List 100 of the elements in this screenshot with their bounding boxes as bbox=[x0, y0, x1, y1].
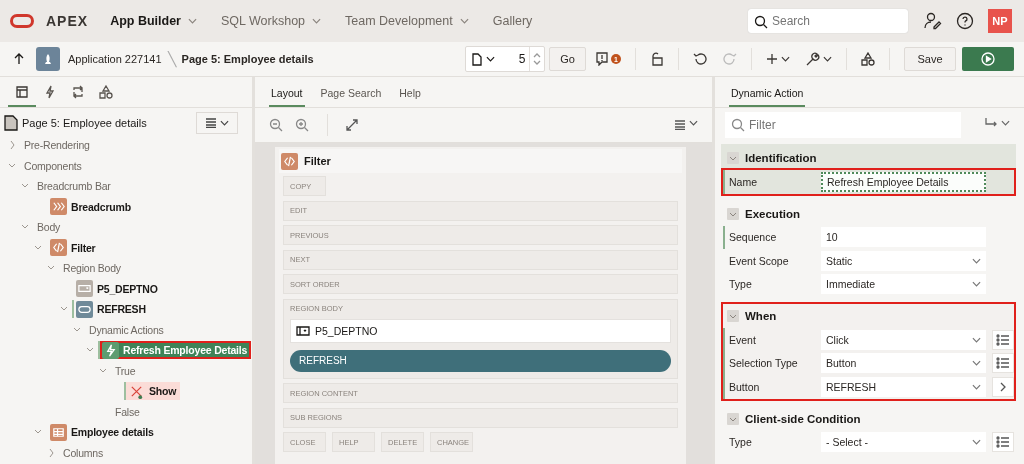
tree-item[interactable]: Filter bbox=[46, 238, 100, 257]
property-label: Event bbox=[729, 333, 757, 346]
region-title: Filter bbox=[304, 155, 331, 167]
menu-icon bbox=[674, 120, 686, 130]
select-field[interactable]: REFRESH bbox=[821, 376, 986, 397]
tree-item[interactable]: Breadcrumb bbox=[46, 197, 135, 216]
tab[interactable]: Layout bbox=[269, 87, 305, 107]
play-icon bbox=[981, 52, 995, 66]
search-icon bbox=[754, 15, 768, 29]
caret-icon bbox=[459, 18, 469, 24]
page-button[interactable]: REFRESH bbox=[290, 349, 671, 372]
refresh-icon bbox=[71, 85, 85, 99]
shapes-icon bbox=[861, 52, 875, 66]
caret-icon bbox=[823, 56, 832, 62]
select-field[interactable]: Button bbox=[821, 353, 986, 374]
menu-button[interactable] bbox=[196, 111, 238, 134]
tree-item[interactable]: Show bbox=[124, 382, 181, 401]
tree-item[interactable]: P5_DEPTNO bbox=[72, 279, 162, 298]
field-icon bbox=[296, 325, 310, 336]
tree-item[interactable]: Columns bbox=[59, 443, 108, 462]
tab[interactable]: Dynamic Action bbox=[729, 87, 806, 107]
chevron-down-icon[interactable] bbox=[727, 207, 739, 220]
group-title: Identification bbox=[745, 152, 817, 164]
page-item[interactable]: P5_DEPTNO bbox=[290, 318, 671, 343]
user-edit-icon bbox=[924, 12, 942, 30]
nav-menu[interactable]: SQL Workshop bbox=[220, 14, 322, 28]
nav-menu[interactable]: Gallery bbox=[492, 14, 533, 28]
search-field[interactable]: Search bbox=[748, 9, 908, 33]
tree-item[interactable]: Pre-Rendering bbox=[20, 136, 94, 155]
tree-item[interactable]: Employee details bbox=[46, 423, 158, 442]
select-field[interactable]: - Select - bbox=[821, 432, 986, 453]
select-field[interactable]: Click bbox=[821, 329, 986, 350]
page-icon bbox=[4, 114, 18, 131]
caret-icon bbox=[187, 18, 197, 24]
breadcrumb-current: Page 5: Employee details bbox=[181, 53, 314, 65]
list-button[interactable] bbox=[992, 353, 1014, 374]
brand-name: APEX bbox=[46, 13, 89, 29]
tree-item[interactable]: Breadcrumb Bar bbox=[33, 177, 115, 196]
select-field[interactable]: Static bbox=[821, 250, 986, 271]
tree-item[interactable]: False bbox=[111, 402, 144, 421]
list-button[interactable] bbox=[992, 432, 1014, 453]
app-icon[interactable] bbox=[36, 47, 60, 71]
run-button[interactable] bbox=[962, 47, 1014, 71]
list-icon bbox=[996, 333, 1010, 346]
caret-icon bbox=[972, 281, 981, 288]
save-button[interactable]: Save bbox=[904, 47, 956, 71]
caret-icon bbox=[781, 56, 790, 62]
select-field[interactable]: Immediate bbox=[821, 274, 986, 295]
breadcrumb-link[interactable]: Application 227141 bbox=[68, 53, 162, 65]
user-avatar[interactable]: NP bbox=[988, 9, 1012, 33]
tab[interactable]: Page Search bbox=[318, 87, 384, 107]
property-label: Button bbox=[729, 380, 761, 393]
text-field[interactable]: Refresh Employee Details bbox=[821, 171, 986, 192]
text-field[interactable]: 10 bbox=[821, 227, 986, 248]
menu-icon bbox=[205, 117, 217, 128]
nav-menu[interactable]: App Builder bbox=[110, 14, 197, 28]
tab[interactable]: Help bbox=[397, 87, 423, 107]
spinner-icon bbox=[533, 52, 542, 66]
list-button[interactable] bbox=[992, 329, 1014, 350]
up-arrow-icon bbox=[14, 53, 24, 65]
shapes-icon bbox=[99, 85, 113, 99]
filter-field[interactable]: Filter bbox=[725, 112, 961, 138]
caret-icon bbox=[972, 257, 981, 264]
caret-icon bbox=[972, 336, 981, 343]
table-icon bbox=[50, 423, 67, 441]
expand-icon bbox=[346, 119, 358, 131]
caret-icon bbox=[486, 56, 496, 62]
search-icon bbox=[731, 118, 745, 132]
list-icon bbox=[996, 436, 1010, 449]
go-button[interactable]: Go bbox=[549, 47, 586, 71]
page-title: Page 5: Employee details bbox=[22, 116, 148, 129]
caret-icon bbox=[689, 120, 698, 126]
tree-item[interactable]: REFRESH bbox=[72, 300, 150, 319]
tree-item[interactable]: Body bbox=[33, 218, 65, 237]
tree-item[interactable]: Refresh Employee Details bbox=[98, 341, 252, 360]
undo-icon bbox=[693, 52, 707, 66]
zoom-out-icon bbox=[269, 118, 283, 132]
page-selector[interactable]: 5 bbox=[465, 46, 546, 72]
nav-menu[interactable]: Team Development bbox=[345, 14, 469, 28]
panel-tab[interactable] bbox=[8, 85, 36, 107]
unlock-icon bbox=[650, 52, 664, 66]
caret-icon bbox=[972, 360, 981, 367]
property-label: Selection Type bbox=[729, 357, 799, 370]
tree-item[interactable]: Dynamic Actions bbox=[85, 320, 168, 339]
group-title: Client-side Condition bbox=[745, 412, 861, 425]
tree-item[interactable]: Region Body bbox=[59, 259, 125, 278]
chevron-down-icon[interactable] bbox=[727, 152, 739, 164]
chevron-down-icon[interactable] bbox=[727, 412, 739, 425]
tree-item[interactable]: Components bbox=[20, 156, 86, 175]
help-icon bbox=[956, 12, 974, 30]
group-title: When bbox=[745, 310, 777, 322]
chevron-down-icon[interactable] bbox=[727, 310, 739, 322]
lightning-icon bbox=[43, 85, 57, 99]
chevron-right-icon bbox=[999, 381, 1007, 392]
plus-icon bbox=[766, 53, 778, 65]
caret-icon bbox=[972, 439, 981, 446]
group-title: Execution bbox=[745, 207, 800, 220]
tree-item[interactable]: True bbox=[111, 361, 140, 380]
caret-icon bbox=[1001, 120, 1010, 126]
code-icon bbox=[50, 239, 67, 257]
